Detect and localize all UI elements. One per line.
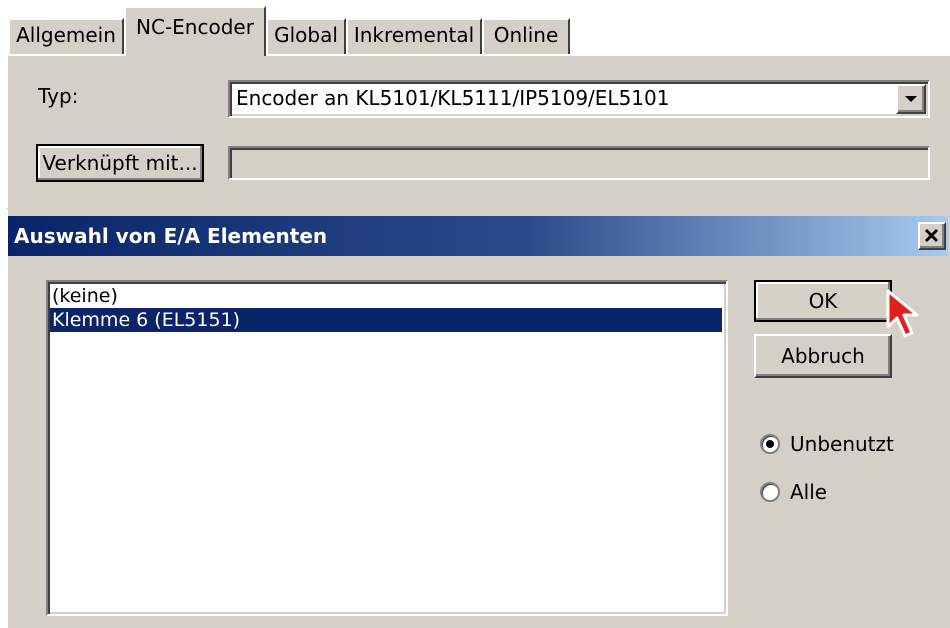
tab-inkremental[interactable]: Inkremental xyxy=(346,18,482,54)
close-button[interactable] xyxy=(918,222,946,250)
radio-unused[interactable]: Unbenutzt xyxy=(760,432,894,456)
ok-button[interactable]: OK xyxy=(754,280,892,322)
io-selection-dialog: Auswahl von E/A Elementen (keine) Klemme… xyxy=(6,208,950,628)
dialog-title-bar[interactable]: Auswahl von E/A Elementen xyxy=(8,216,948,256)
linked-with-button[interactable]: Verknüpft mit... xyxy=(36,144,204,182)
type-select-value: Encoder an KL5101/KL5111/IP5109/EL5101 xyxy=(236,86,670,110)
radio-unused-indicator xyxy=(760,434,780,454)
tab-strip: Allgemein NC-Encoder Global Inkremental … xyxy=(0,0,950,56)
radio-unused-label: Unbenutzt xyxy=(790,432,894,456)
linked-with-field xyxy=(228,146,930,180)
list-item[interactable]: (keine) xyxy=(50,284,722,308)
type-label: Typ: xyxy=(38,84,79,108)
chevron-down-icon xyxy=(905,96,917,102)
type-select[interactable]: Encoder an KL5101/KL5111/IP5109/EL5101 xyxy=(228,80,930,118)
tab-global[interactable]: Global xyxy=(266,18,346,54)
close-icon xyxy=(924,228,939,243)
list-item-selected[interactable]: Klemme 6 (EL5151) xyxy=(50,308,722,332)
tab-allgemein[interactable]: Allgemein xyxy=(8,18,124,54)
radio-all-label: Alle xyxy=(790,480,828,504)
radio-all-indicator xyxy=(760,482,780,502)
tab-online[interactable]: Online xyxy=(482,18,570,54)
dialog-title: Auswahl von E/A Elementen xyxy=(14,224,328,248)
list-item-label: Klemme 6 (EL5151) xyxy=(52,309,241,331)
dropdown-arrow-button[interactable] xyxy=(896,84,926,114)
mouse-cursor-icon xyxy=(886,289,919,338)
cancel-button[interactable]: Abbruch xyxy=(754,334,892,378)
radio-all[interactable]: Alle xyxy=(760,480,827,504)
tab-nc-encoder[interactable]: NC-Encoder xyxy=(124,6,266,56)
list-item-label: (keine) xyxy=(52,285,118,307)
io-element-list[interactable]: (keine) Klemme 6 (EL5151) xyxy=(46,280,728,616)
